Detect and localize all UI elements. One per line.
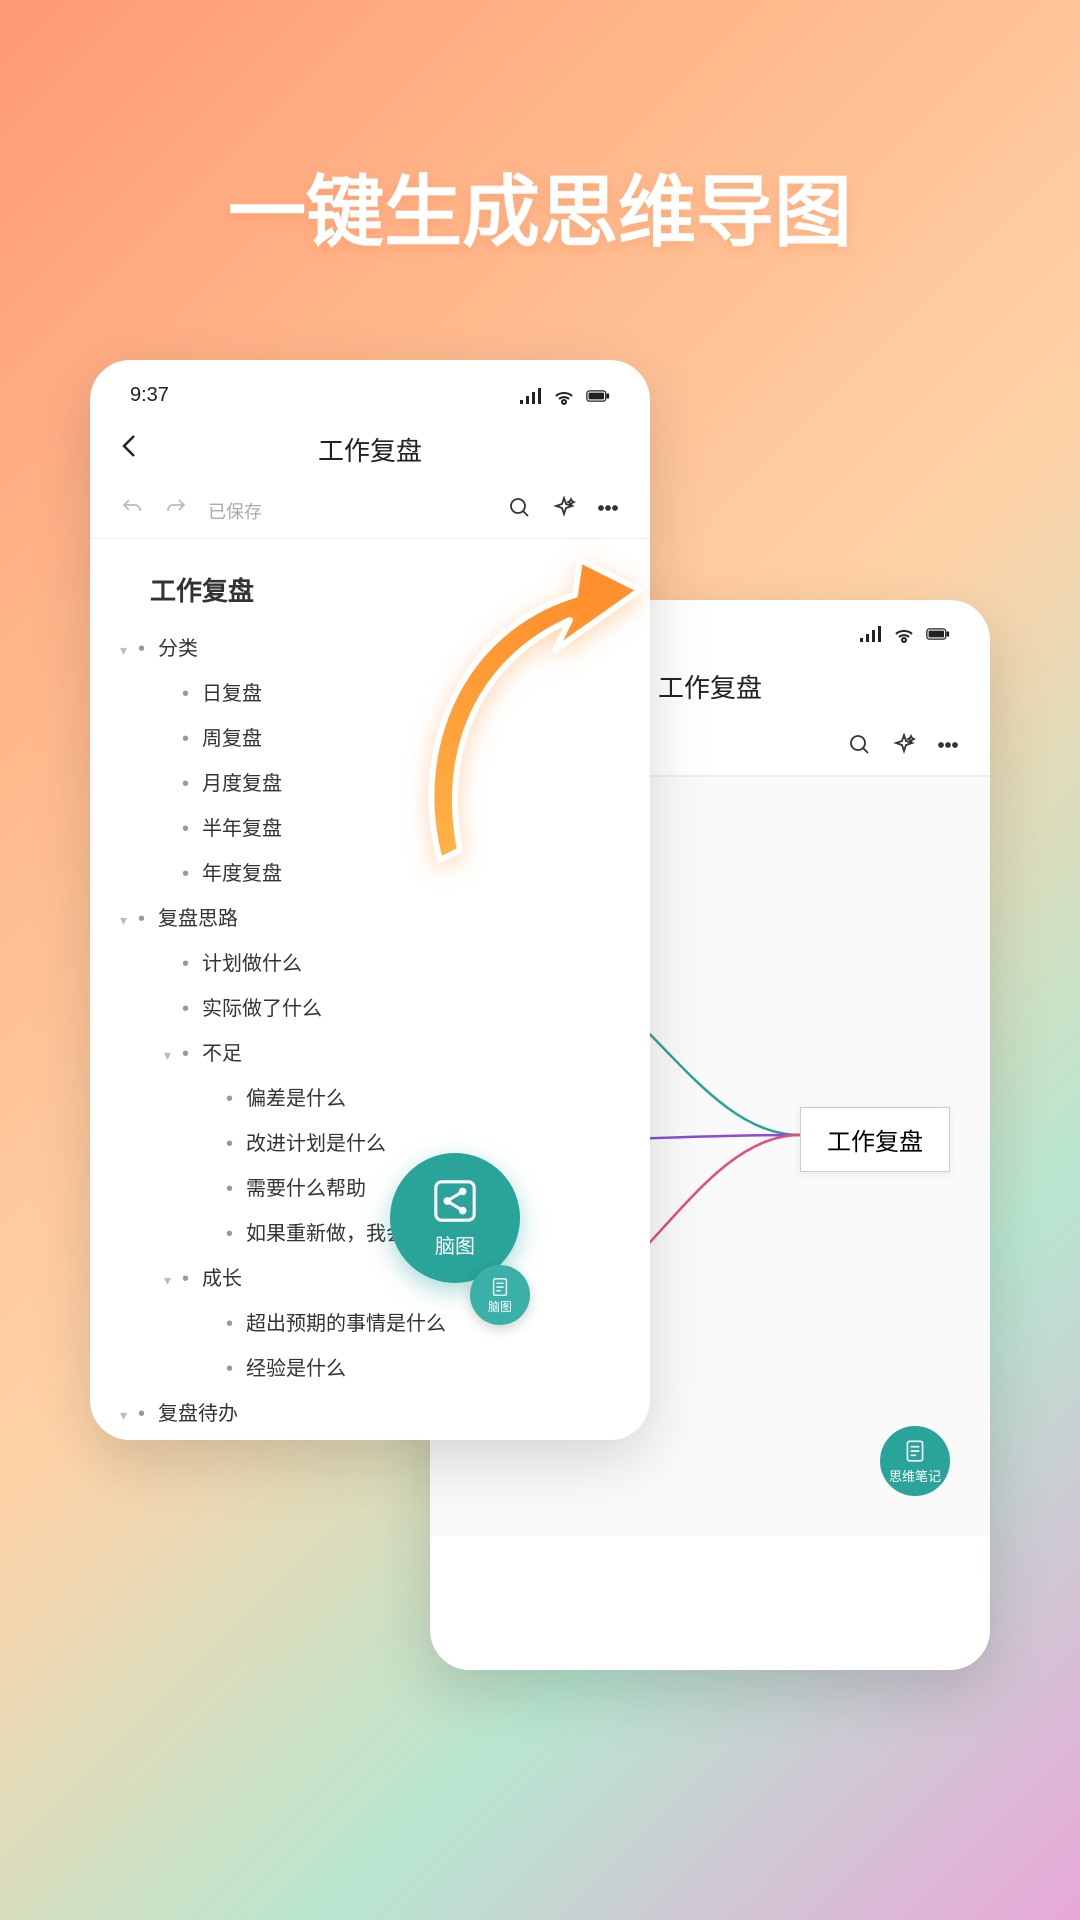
hero-title: 一键生成思维导图 <box>0 150 1080 262</box>
outline-item[interactable]: •实际做了什么 <box>164 984 620 1029</box>
fab-small-label: 脑图 <box>488 1298 512 1315</box>
outline-item[interactable]: •偏差是什么 <box>208 1074 620 1119</box>
share-icon <box>432 1178 478 1224</box>
doc-icon <box>902 1438 928 1464</box>
outline-item[interactable]: •经验是什么 <box>208 1344 620 1389</box>
outline-item[interactable]: •改进计划是什么 <box>208 1119 620 1164</box>
undo-button[interactable] <box>120 496 144 526</box>
fab-label: 脑图 <box>435 1230 475 1259</box>
outline-item[interactable]: ▾•成长 <box>164 1254 620 1299</box>
battery-icon <box>926 624 950 644</box>
wifi-icon <box>892 624 916 644</box>
outline-item[interactable]: ▾•复盘思路 <box>120 894 620 939</box>
outline-item[interactable]: •计划做什么 <box>164 939 620 984</box>
outline-item[interactable]: ▾•不足 <box>164 1029 620 1074</box>
toolbar: 已保存 <box>90 484 650 539</box>
status-bar: 9:37 <box>90 360 650 423</box>
nav-title: 工作复盘 <box>318 431 422 468</box>
search-button[interactable] <box>848 733 872 763</box>
phone-outline-view: 9:37 工作复盘 已保存 工作复盘 ▾•分类•日复盘• <box>90 360 650 1440</box>
outline-item[interactable]: ▾•复盘待办 <box>120 1389 620 1434</box>
mindmap-fab-small[interactable]: 脑图 <box>470 1265 530 1325</box>
outline-item[interactable]: •超出预期的事情是什么 <box>208 1299 620 1344</box>
redo-button[interactable] <box>164 496 188 526</box>
doc-icon <box>489 1276 511 1298</box>
more-button[interactable] <box>936 733 960 763</box>
signal-icon <box>858 624 882 644</box>
battery-icon <box>586 386 610 406</box>
mindmap-root-node[interactable]: 工作复盘 <box>800 1107 950 1172</box>
more-button[interactable] <box>596 496 620 526</box>
wifi-icon <box>552 386 576 406</box>
search-button[interactable] <box>508 496 532 526</box>
signal-icon <box>518 386 542 406</box>
transition-arrow-icon <box>420 550 680 870</box>
ai-button[interactable] <box>892 733 916 763</box>
save-status: 已保存 <box>208 498 262 524</box>
fab-notes-label: 思维笔记 <box>889 1466 941 1485</box>
status-icons <box>518 386 610 406</box>
ai-button[interactable] <box>552 496 576 526</box>
status-time: 9:37 <box>130 384 169 407</box>
status-icons <box>858 624 950 644</box>
nav-bar: 工作复盘 <box>90 423 650 484</box>
mindmap-fab[interactable]: 脑图 <box>390 1153 520 1283</box>
back-button[interactable] <box>120 432 138 468</box>
notes-fab[interactable]: 思维笔记 <box>880 1426 950 1496</box>
